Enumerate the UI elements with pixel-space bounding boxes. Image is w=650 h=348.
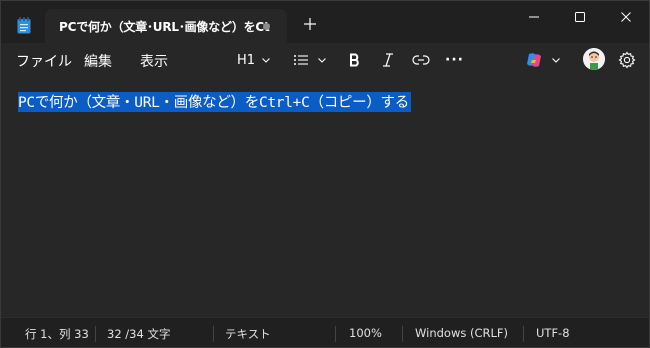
status-divider <box>335 326 336 342</box>
bold-icon <box>350 53 359 67</box>
status-divider <box>213 326 214 342</box>
settings-button[interactable] <box>618 50 636 70</box>
bold-button[interactable] <box>349 50 361 70</box>
italic-icon <box>383 53 393 67</box>
tab-title: PCで何か（文章･URL･画像など）をCt <box>59 20 270 34</box>
status-bar: 行 1、列 33 32 /34 文字 テキスト 100% Windows (CR… <box>1 317 649 347</box>
menu-view[interactable]: 表示 <box>140 51 168 71</box>
cursor-position: 行 1、列 33 <box>25 327 89 341</box>
maximize-button[interactable] <box>557 1 603 33</box>
status-divider <box>402 326 403 342</box>
maximize-icon <box>575 12 585 22</box>
heading-dropdown[interactable]: H1 <box>237 50 271 70</box>
chevron-down-icon <box>262 58 270 63</box>
chevron-down-icon <box>318 58 326 63</box>
list-icon <box>294 55 308 65</box>
title-bar: PCで何か（文章･URL･画像など）をCt <box>1 1 649 44</box>
encoding[interactable]: UTF-8 <box>536 326 570 340</box>
menu-edit[interactable]: 編集 <box>84 51 112 71</box>
link-button[interactable] <box>412 50 430 70</box>
status-divider <box>523 326 524 342</box>
zoom-level[interactable]: 100% <box>349 326 382 340</box>
minimize-icon <box>529 16 539 18</box>
chevron-down-icon <box>552 58 560 63</box>
settings-icon <box>618 51 636 69</box>
status-divider <box>95 326 96 342</box>
tab-document[interactable]: PCで何か（文章･URL･画像など）をCt <box>45 9 287 44</box>
notepad-icon <box>17 17 31 34</box>
copilot-icon <box>527 53 541 67</box>
minimize-button[interactable] <box>511 1 557 33</box>
more-button[interactable]: ··· <box>445 50 464 70</box>
italic-button[interactable] <box>382 50 394 70</box>
selected-line[interactable]: PCで何か（文章・URL・画像など）をCtrl+C（コピー）する <box>18 92 411 112</box>
menu-bar: ファイル 編集 表示 H1 ··· <box>1 43 649 77</box>
avatar[interactable] <box>583 48 605 70</box>
new-tab-icon[interactable] <box>301 15 319 33</box>
line-ending[interactable]: Windows (CRLF) <box>415 326 508 340</box>
modified-dot-icon[interactable] <box>263 23 270 30</box>
editor-text: PCで何か（文章・URL・画像など）をCtrl+C（コピー）する <box>18 95 409 111</box>
character-count: 32 /34 文字 <box>107 327 171 341</box>
notepad-window: PCで何か（文章･URL･画像など）をCt ファイル 編集 表示 H1 ··· … <box>0 0 650 348</box>
text-editor[interactable]: PCで何か（文章・URL・画像など）をCtrl+C（コピー）する <box>1 77 649 317</box>
copilot-dropdown[interactable] <box>525 50 561 70</box>
more-icon: ··· <box>445 52 464 68</box>
close-button[interactable] <box>603 1 649 33</box>
link-icon <box>412 55 430 65</box>
list-dropdown[interactable] <box>293 50 327 70</box>
menu-file[interactable]: ファイル <box>16 51 72 71</box>
close-icon <box>621 12 631 22</box>
heading-label: H1 <box>237 52 256 68</box>
file-type[interactable]: テキスト <box>225 326 271 342</box>
